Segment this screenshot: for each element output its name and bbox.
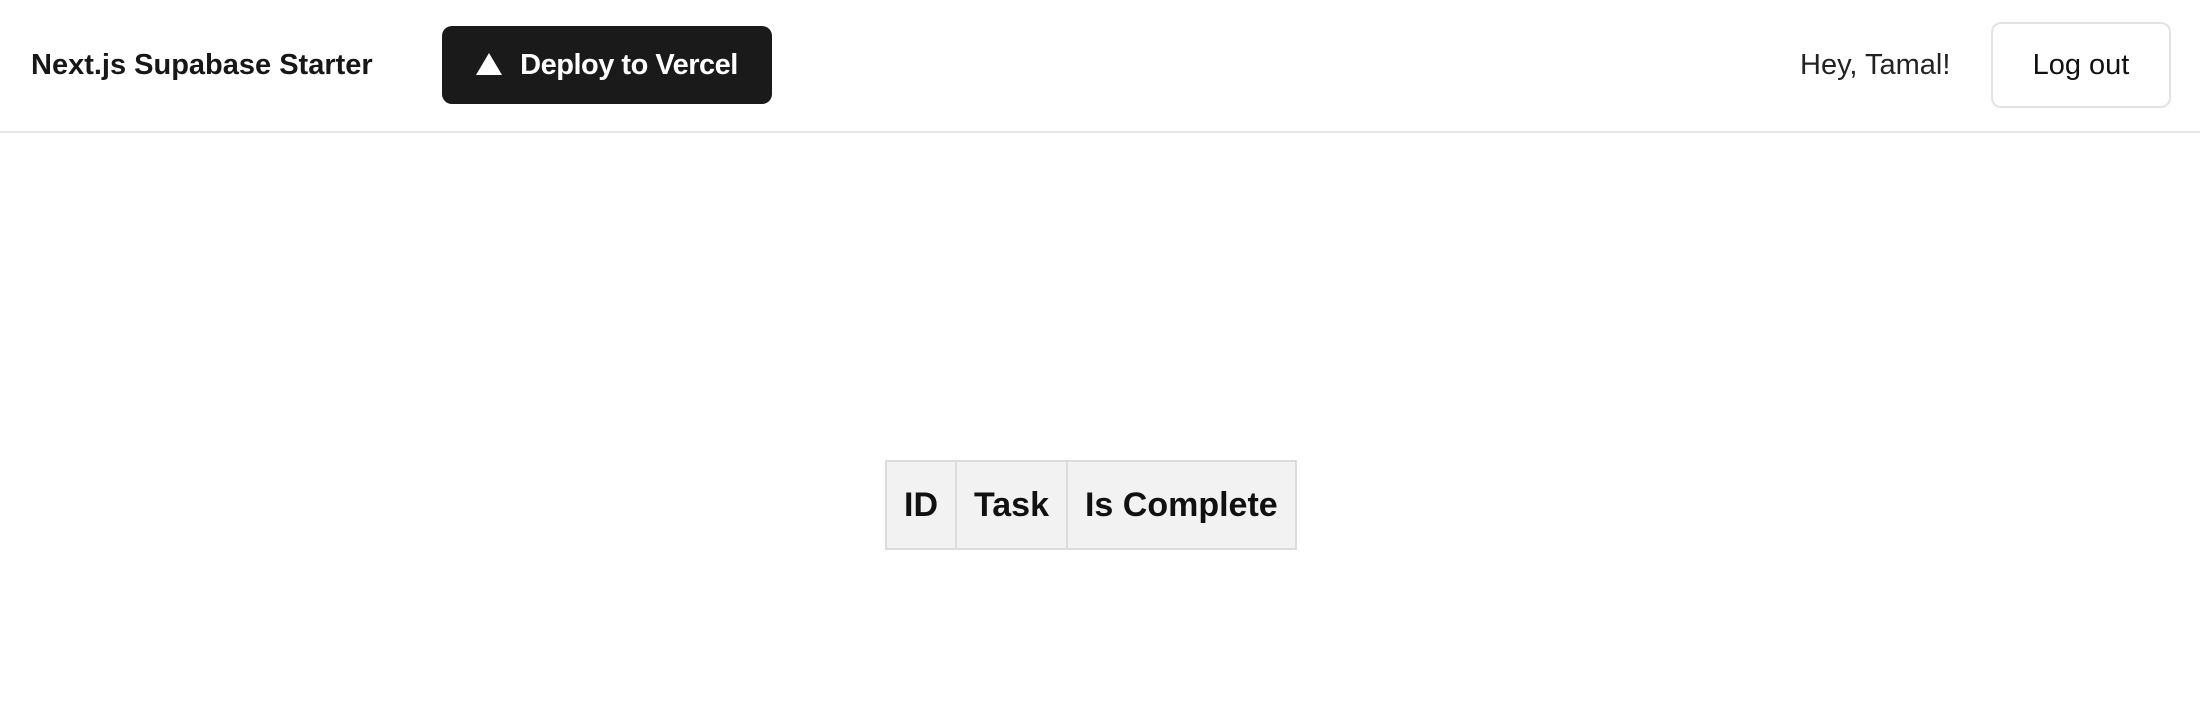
user-greeting: Hey, Tamal! — [1800, 49, 1951, 81]
table-header-row: ID Task Is Complete — [885, 460, 1297, 550]
todos-table: ID Task Is Complete — [885, 460, 1297, 550]
column-header-task: Task — [955, 460, 1068, 550]
table-header: ID Task Is Complete — [885, 460, 1297, 550]
logout-button[interactable]: Log out — [1991, 22, 2171, 108]
deploy-button-label: Deploy to Vercel — [520, 48, 738, 81]
column-header-is-complete: Is Complete — [1065, 460, 1297, 550]
triangle-icon — [476, 53, 503, 75]
deploy-to-vercel-button[interactable]: Deploy to Vercel — [442, 26, 772, 104]
column-header-id: ID — [885, 460, 957, 550]
app-brand[interactable]: Next.js Supabase Starter — [31, 0, 373, 131]
top-navbar: Next.js Supabase Starter Deploy to Verce… — [0, 0, 2200, 133]
